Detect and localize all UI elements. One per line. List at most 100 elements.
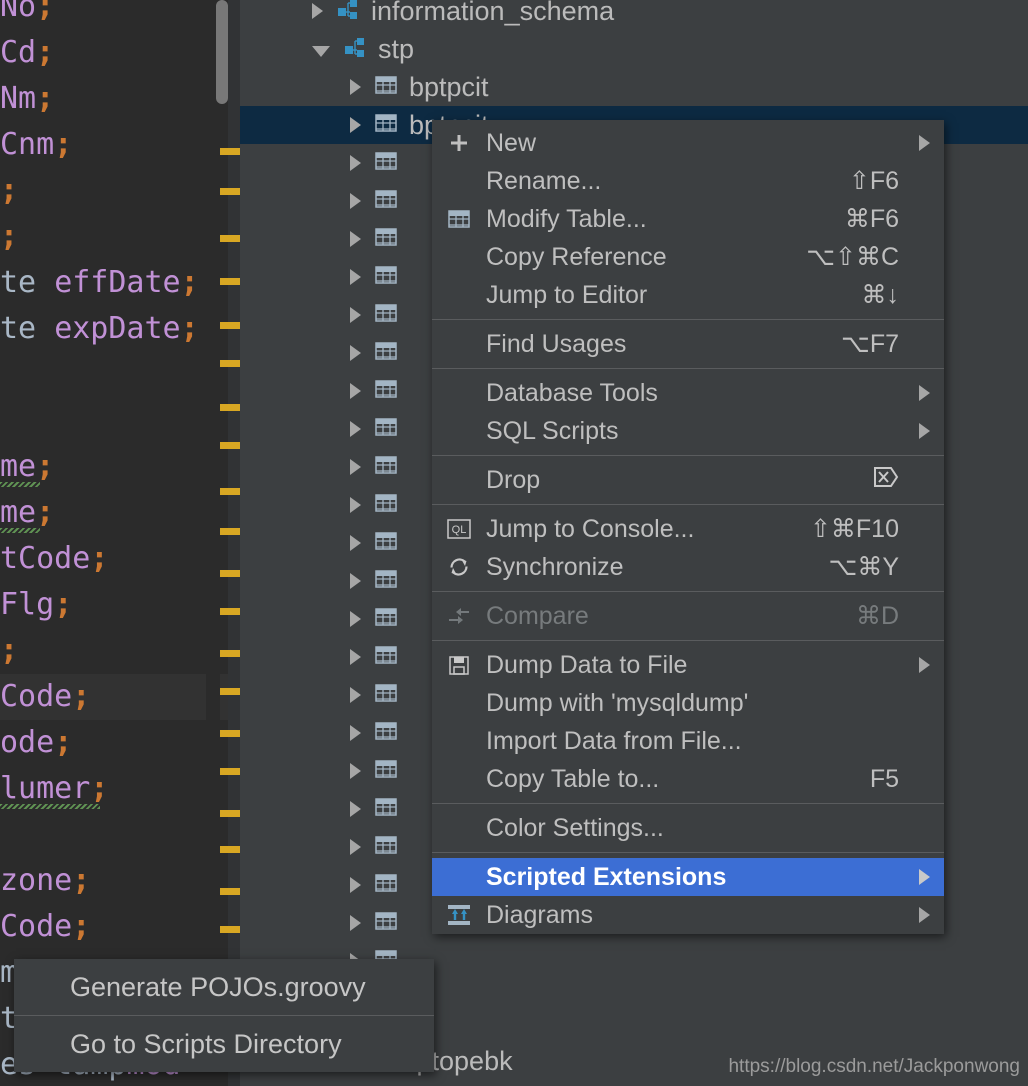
spacer[interactable] <box>919 695 930 711</box>
code-token-punctuation[interactable]: ; <box>36 81 54 116</box>
menu-item-label[interactable]: Drop <box>486 466 849 495</box>
code-line[interactable]: Nm; <box>0 76 54 122</box>
code-token-field[interactable]: Code <box>0 909 72 944</box>
menu-separator[interactable] <box>432 455 944 456</box>
table-icon[interactable] <box>375 910 397 937</box>
menu-item-dump-data-to-file[interactable]: Dump Data to File <box>432 646 944 684</box>
code-token-field[interactable]: me <box>0 495 36 530</box>
code-token-field[interactable]: ode <box>0 725 54 760</box>
table-icon[interactable] <box>375 302 397 329</box>
table-icon[interactable] <box>375 454 397 481</box>
code-token-field[interactable]: Cnm <box>0 127 54 162</box>
tree-item-label[interactable]: stp <box>378 34 414 65</box>
menu-item-shortcut[interactable]: ⌥F7 <box>841 329 899 359</box>
chevron-right-icon[interactable] <box>350 611 361 627</box>
save-icon[interactable] <box>444 654 474 676</box>
spacer[interactable] <box>919 733 930 749</box>
code-line[interactable]: te effDate; <box>0 260 199 306</box>
chevron-right-icon[interactable] <box>350 345 361 361</box>
menu-item-copy-reference[interactable]: Copy Reference ⌥⇧⌘C <box>432 238 944 276</box>
code-token-type[interactable]: te <box>0 311 54 346</box>
plus-icon[interactable] <box>444 132 474 154</box>
scripted-extensions-submenu[interactable]: Generate POJOs.groovy Go to Scripts Direc… <box>14 959 434 1072</box>
code-token-field[interactable]: zone <box>0 863 72 898</box>
menu-item-shortcut[interactable]: ⌥⇧⌘C <box>806 242 899 272</box>
editor-scrollbar-track[interactable] <box>206 0 220 1086</box>
menu-item-label[interactable]: Copy Table to... <box>486 765 846 794</box>
chevron-right-icon[interactable] <box>919 869 930 885</box>
code-token-punctuation[interactable]: ; <box>72 679 90 714</box>
spacer[interactable] <box>919 820 930 836</box>
menu-item-label[interactable]: Jump to Editor <box>486 281 838 310</box>
menu-item-sql-scripts[interactable]: SQL Scripts <box>432 412 944 450</box>
table-icon[interactable] <box>375 74 397 101</box>
menu-item-label[interactable]: Find Usages <box>486 330 817 359</box>
tree-row[interactable]: bptpcit <box>240 68 1028 106</box>
chevron-right-icon[interactable] <box>350 535 361 551</box>
spacer[interactable] <box>919 287 930 303</box>
code-token-punctuation[interactable]: ; <box>36 0 54 24</box>
table-icon[interactable] <box>375 150 397 177</box>
code-token-field[interactable]: No <box>0 0 36 24</box>
menu-item-label[interactable]: Jump to Console... <box>486 515 786 544</box>
table-icon[interactable] <box>375 492 397 519</box>
code-token-punctuation[interactable]: ; <box>0 633 18 668</box>
menu-item-shortcut[interactable]: F5 <box>870 765 899 794</box>
code-line[interactable]: ; <box>0 214 18 260</box>
code-line[interactable]: Code; <box>0 674 240 720</box>
code-token-field[interactable]: Nm <box>0 81 36 116</box>
menu-item-label[interactable]: Dump Data to File <box>486 651 899 680</box>
menu-item-shortcut[interactable]: ⌘↓ <box>862 280 900 310</box>
code-token-punctuation[interactable]: ; <box>72 863 90 898</box>
chevron-right-icon[interactable] <box>350 117 361 133</box>
menu-separator[interactable] <box>432 319 944 320</box>
chevron-right-icon[interactable] <box>350 459 361 475</box>
tree-row[interactable]: stp <box>240 30 1028 68</box>
code-token-punctuation[interactable]: ; <box>181 311 199 346</box>
code-token-field[interactable]: Cd <box>0 35 36 70</box>
menu-item-diagrams[interactable]: Diagrams <box>432 896 944 934</box>
table-icon[interactable] <box>375 568 397 595</box>
spacer[interactable] <box>919 336 930 352</box>
menu-item-database-tools[interactable]: Database Tools <box>432 374 944 412</box>
spacer[interactable] <box>919 211 930 227</box>
table-icon[interactable] <box>375 682 397 709</box>
drop-icon[interactable] <box>873 466 899 495</box>
chevron-right-icon[interactable] <box>350 421 361 437</box>
spacer[interactable] <box>919 173 930 189</box>
menu-separator[interactable] <box>432 591 944 592</box>
spelling-squiggle[interactable] <box>0 482 40 487</box>
code-token-field[interactable]: expDate <box>54 311 180 346</box>
menu-item-rename[interactable]: Rename... ⇧F6 <box>432 162 944 200</box>
code-line[interactable]: Cd; <box>0 30 54 76</box>
table-icon[interactable] <box>375 112 397 139</box>
menu-separator[interactable] <box>432 368 944 369</box>
menu-item-label[interactable]: New <box>486 129 899 158</box>
menu-item-dump-with-mysqldump[interactable]: Dump with 'mysqldump' <box>432 684 944 722</box>
chevron-right-icon[interactable] <box>350 383 361 399</box>
editor-scrollbar-thumb[interactable] <box>216 0 228 104</box>
menu-item-scripted-extensions[interactable]: Scripted Extensions <box>432 858 944 896</box>
menu-item-jump-to-editor[interactable]: Jump to Editor ⌘↓ <box>432 276 944 314</box>
menu-item-jump-to-console[interactable]: QL Jump to Console... ⇧⌘F10 <box>432 510 944 548</box>
code-line[interactable]: tCode; <box>0 536 108 582</box>
menu-item-shortcut[interactable]: ⇧⌘F10 <box>810 514 899 544</box>
table-icon[interactable] <box>375 264 397 291</box>
spelling-squiggle[interactable] <box>0 528 40 533</box>
code-line[interactable]: Flg; <box>0 582 72 628</box>
chevron-right-icon[interactable] <box>350 839 361 855</box>
menu-item-label[interactable]: Synchronize <box>486 553 805 582</box>
table-context-menu[interactable]: New Rename... ⇧F6 Modify Table... ⌘F6 Copy Re… <box>432 120 944 934</box>
console-icon[interactable]: QL <box>444 518 474 540</box>
table-icon[interactable] <box>375 644 397 671</box>
chevron-right-icon[interactable] <box>350 231 361 247</box>
menu-item-label[interactable]: Database Tools <box>486 379 899 408</box>
spacer[interactable] <box>919 521 930 537</box>
code-editor-pane[interactable]: No; Cd; Nm; Cnm;;; te effDate; te expDate; me;… <box>0 0 240 1086</box>
menu-item-import-data-from-file[interactable]: Import Data from File... <box>432 722 944 760</box>
chevron-right-icon[interactable] <box>350 79 361 95</box>
compare-icon[interactable] <box>444 606 474 626</box>
menu-item-drop[interactable]: Drop <box>432 461 944 499</box>
menu-separator[interactable] <box>432 852 944 853</box>
menu-item-copy-table-to[interactable]: Copy Table to... F5 <box>432 760 944 798</box>
